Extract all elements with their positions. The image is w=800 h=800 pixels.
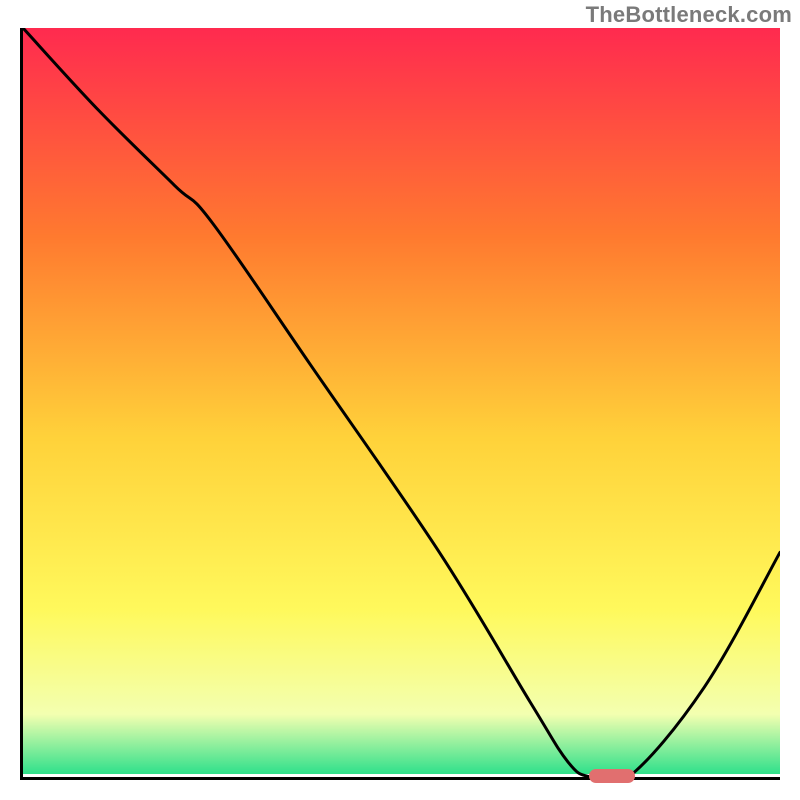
watermark-text: TheBottleneck.com — [586, 2, 792, 28]
gradient-background — [23, 28, 780, 774]
optimal-marker — [589, 769, 635, 783]
plot-area — [20, 28, 780, 780]
chart-canvas: TheBottleneck.com — [0, 0, 800, 800]
plot-svg — [23, 28, 780, 777]
